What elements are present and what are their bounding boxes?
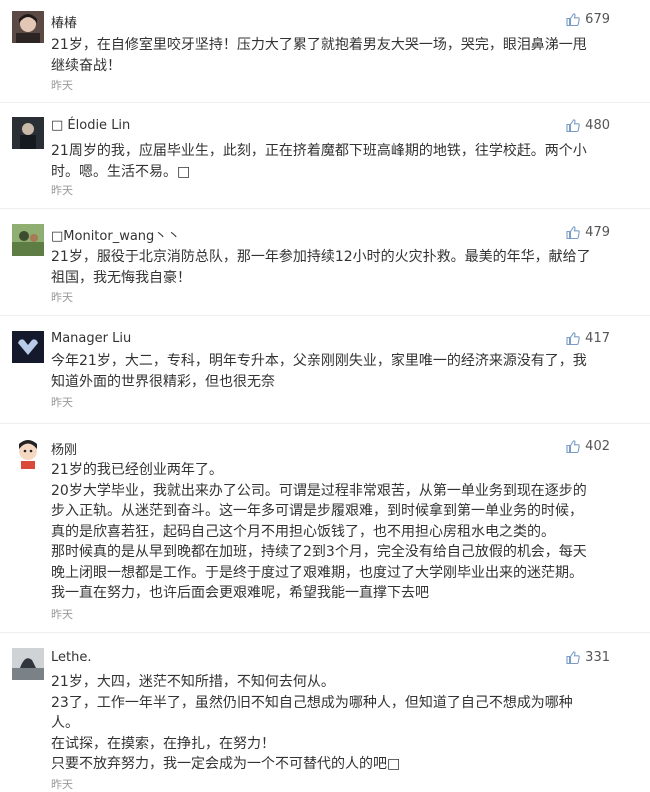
comment-line: 知道外面的世界很精彩，但也很无奈 bbox=[51, 373, 275, 390]
avatar[interactable] bbox=[12, 437, 44, 469]
avatar[interactable] bbox=[12, 648, 44, 680]
comment-line: 继续奋战！ bbox=[51, 57, 121, 74]
comment-username[interactable]: □Monitor_wang丶丶 bbox=[51, 225, 180, 244]
comment-username[interactable]: □ Élodie Lin bbox=[51, 118, 130, 133]
divider bbox=[0, 423, 650, 424]
like-count: 479 bbox=[585, 225, 610, 240]
comment-username[interactable]: Lethe. bbox=[51, 650, 91, 665]
thumbs-up-icon bbox=[566, 332, 580, 345]
comment-time: 昨天 bbox=[51, 291, 73, 304]
divider bbox=[0, 102, 650, 103]
comment-text: 21岁，在自修室里咬牙坚持！压力大了累了就抱着男友大哭一场，哭完，眼泪鼻涕一甩 … bbox=[51, 35, 611, 76]
like-count: 679 bbox=[585, 12, 610, 27]
avatar[interactable] bbox=[12, 11, 44, 43]
divider bbox=[0, 315, 650, 316]
comment-text: 21岁的我已经创业两年了。 20岁大学毕业，我就出来办了公司。可谓是过程非常艰苦… bbox=[51, 460, 611, 604]
like-button[interactable]: 679 bbox=[566, 12, 610, 27]
like-count: 331 bbox=[585, 650, 610, 665]
like-button[interactable]: 479 bbox=[566, 225, 610, 240]
avatar[interactable] bbox=[12, 224, 44, 256]
comment-line: 真的是欣喜若狂，起码自己这个月不用担心饭钱了，也不用担心房租水电之类的。 bbox=[51, 523, 555, 540]
comment-text: 今年21岁，大二，专科，明年专升本，父亲刚刚失业，家里唯一的经济来源没有了，我 … bbox=[51, 351, 611, 392]
avatar[interactable] bbox=[12, 331, 44, 363]
avatar[interactable] bbox=[12, 117, 44, 149]
comment-time: 昨天 bbox=[51, 396, 73, 409]
comment-line: 我一直在努力，也许后面会更艰难呢，希望我能一直撑下去吧 bbox=[51, 585, 429, 601]
divider bbox=[0, 208, 650, 209]
divider bbox=[0, 632, 650, 633]
thumbs-up-icon bbox=[566, 119, 580, 132]
comment-username[interactable]: Manager Liu bbox=[51, 331, 131, 346]
comment-line: 今年21岁，大二，专科，明年专升本，父亲刚刚失业，家里唯一的经济来源没有了，我 bbox=[51, 353, 587, 369]
comment-line: 在试探，在摸索，在挣扎，在努力！ bbox=[51, 735, 275, 752]
comment-line: 21周岁的我，应届毕业生，此刻，正在挤着魔都下班高峰期的地铁，往学校赶。两个小 bbox=[51, 143, 587, 159]
like-count: 480 bbox=[585, 118, 610, 133]
thumbs-up-icon bbox=[566, 13, 580, 26]
like-button[interactable]: 417 bbox=[566, 331, 610, 346]
comment-line: 21岁的我已经创业两年了。 bbox=[51, 462, 223, 478]
comment-text: 21周岁的我，应届毕业生，此刻，正在挤着魔都下班高峰期的地铁，往学校赶。两个小 … bbox=[51, 141, 611, 182]
like-button[interactable]: 402 bbox=[566, 439, 610, 454]
comment-username[interactable]: 椿椿 bbox=[51, 12, 77, 31]
comment-line: 时。嗯。生活不易。□ bbox=[51, 163, 191, 180]
like-count: 417 bbox=[585, 331, 610, 346]
thumbs-up-icon bbox=[566, 440, 580, 453]
comment-username[interactable]: 杨刚 bbox=[51, 439, 77, 458]
comment-line: 晚上闭眼一想都是工作。于是终于度过了艰难期，也度过了大学刚毕业出来的迷茫期。 bbox=[51, 564, 583, 581]
comment-line: 21岁，大四，迷茫不知所措，不知何去何从。 bbox=[51, 674, 335, 690]
comment-time: 昨天 bbox=[51, 608, 73, 621]
comment-line: 祖国，我无悔我自豪！ bbox=[51, 269, 191, 286]
comment-line: 21岁，服役于北京消防总队，那一年参加持续12小时的火灾扑救。最美的年华，献给了 bbox=[51, 249, 591, 265]
comment-line: 23了，工作一年半了，虽然仍旧不知自己想成为哪种人，但知道了自己不想成为哪种 bbox=[51, 694, 573, 711]
like-button[interactable]: 331 bbox=[566, 650, 610, 665]
comment-time: 昨天 bbox=[51, 79, 73, 92]
comment-line: 只要不放弃努力，我一定会成为一个不可替代的人的吧□ bbox=[51, 756, 401, 772]
comment-text: 21岁，大四，迷茫不知所措，不知何去何从。 23了，工作一年半了，虽然仍旧不知自… bbox=[51, 672, 611, 775]
comment-text: 21岁，服役于北京消防总队，那一年参加持续12小时的火灾扑救。最美的年华，献给了… bbox=[51, 247, 611, 288]
comment-line: 21岁，在自修室里咬牙坚持！压力大了累了就抱着男友大哭一场，哭完，眼泪鼻涕一甩 bbox=[51, 37, 587, 53]
comment-line: 那时候真的是从早到晚都在加班，持续了2到3个月，完全没有给自己放假的机会，每天 bbox=[51, 544, 587, 560]
like-count: 402 bbox=[585, 439, 610, 454]
thumbs-up-icon bbox=[566, 226, 580, 239]
comment-line: 步入正轨。从迷茫到奋斗。这一年多可谓是步履艰难，到时候拿到第一单业务的时候， bbox=[51, 503, 583, 519]
comment-time: 昨天 bbox=[51, 778, 73, 791]
comment-line: 20岁大学毕业，我就出来办了公司。可谓是过程非常艰苦，从第一单业务到现在逐步的 bbox=[51, 482, 587, 499]
comment-time: 昨天 bbox=[51, 184, 73, 197]
comment-line: 人。 bbox=[51, 715, 79, 731]
like-button[interactable]: 480 bbox=[566, 118, 610, 133]
thumbs-up-icon bbox=[566, 651, 580, 664]
